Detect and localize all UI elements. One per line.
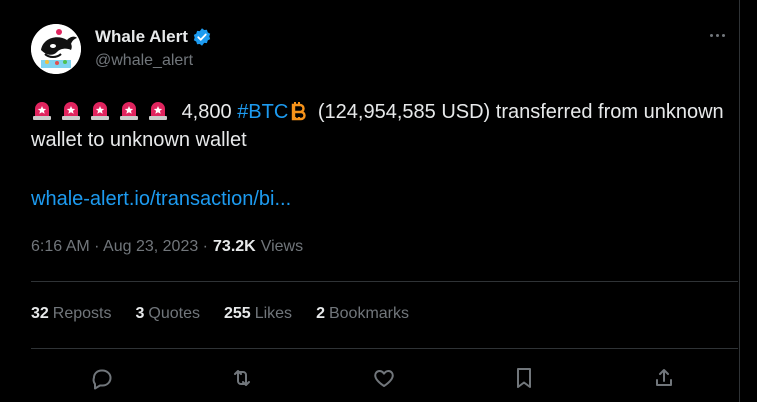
more-icon[interactable] [703,25,731,45]
reposts-stat[interactable]: 32 Reposts [31,305,112,323]
views-count: 73.2K [213,238,256,255]
action-bar [88,364,678,392]
quotes-label: Quotes [148,305,200,322]
tweet-meta: 6:16 AM · Aug 23, 2023 · 73.2K Views [31,238,303,256]
views-label: Views [260,238,304,255]
reposts-label: Reposts [52,305,112,322]
timestamp[interactable]: 6:16 AM · Aug 23, 2023 · [31,238,208,256]
bookmark-icon[interactable] [510,364,538,392]
whale-avatar-icon[interactable] [31,24,81,74]
reply-icon[interactable] [88,364,116,392]
author-name-row: Whale Alert [95,27,212,47]
bookmarks-label: Bookmarks [328,305,409,322]
author-name[interactable]: Whale Alert [95,27,188,47]
police-siren-icon [147,99,169,121]
tweet-text: 4,800 #BTC (124,954,585 USD) transferred… [31,98,731,154]
divider [31,348,738,349]
quotes-stat[interactable]: 3 Quotes [136,305,201,323]
tweet-card: Whale Alert @whale_alert 4,800 #BTC (124… [0,0,740,402]
repost-icon[interactable] [228,364,256,392]
like-icon[interactable] [370,364,398,392]
verified-badge-icon[interactable] [192,27,212,47]
btc-amount: 4,800 [181,101,232,123]
police-siren-icon [118,99,140,121]
divider [31,281,738,282]
author-handle[interactable]: @whale_alert [95,52,193,70]
tweet-header: Whale Alert @whale_alert [31,21,731,77]
likes-stat[interactable]: 255 Likes [224,305,292,323]
transaction-link[interactable]: whale-alert.io/transaction/bi... [31,188,291,211]
bitcoin-icon [290,100,308,122]
quotes-count: 3 [135,305,145,322]
bookmarks-stat[interactable]: 2 Bookmarks [316,305,409,323]
likes-count: 255 [224,305,251,322]
engagement-stats: 32 Reposts 3 Quotes 255 Likes 2 Bookmarks [31,305,409,323]
share-icon[interactable] [650,364,678,392]
btc-hashtag-link[interactable]: #BTC [237,101,288,123]
police-siren-icon [60,99,82,121]
likes-label: Likes [254,305,293,322]
police-siren-icon [89,99,111,121]
reposts-count: 32 [31,305,49,322]
police-siren-icon [31,99,53,121]
bookmarks-count: 2 [316,305,325,322]
